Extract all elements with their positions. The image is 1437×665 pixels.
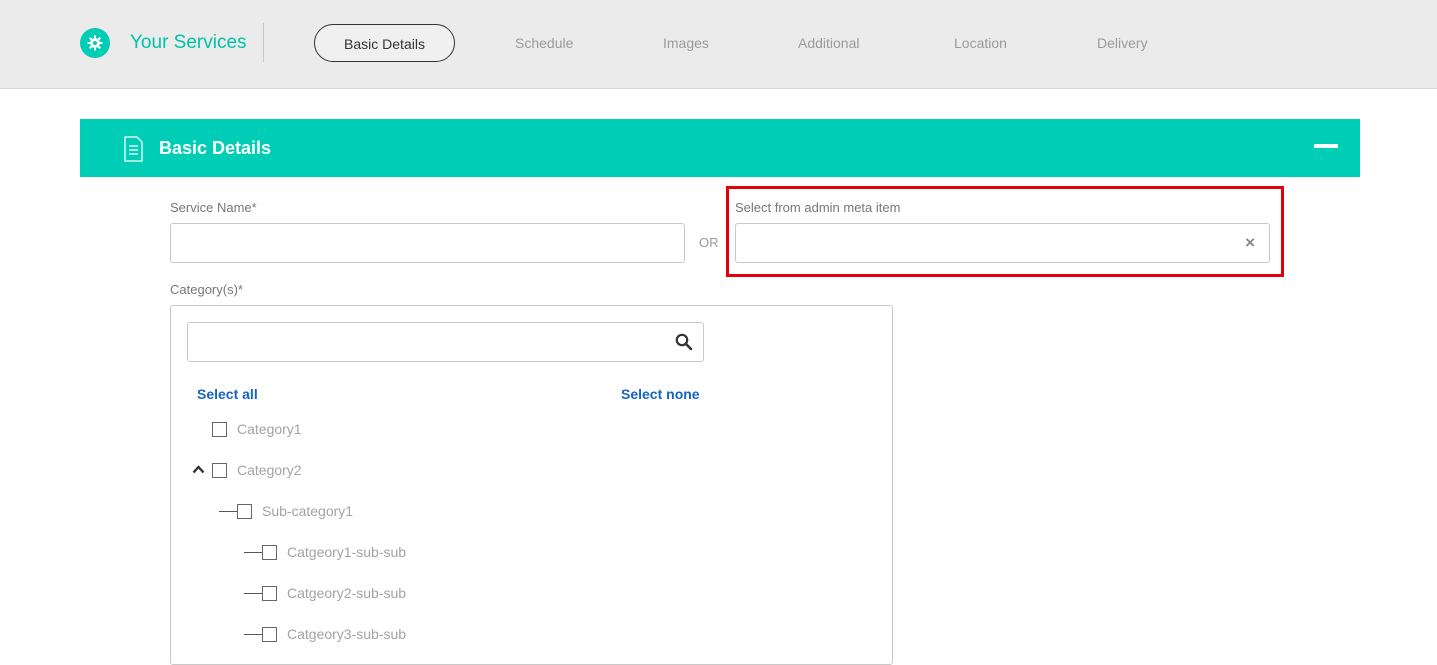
tree-item-label: Catgeory2-sub-sub bbox=[287, 585, 407, 601]
gear-icon bbox=[80, 28, 110, 58]
step-additional[interactable]: Additional bbox=[798, 24, 860, 62]
checkbox[interactable] bbox=[262, 585, 277, 601]
tree-item-label: Catgeory1-sub-sub bbox=[287, 544, 407, 560]
or-separator: OR bbox=[699, 235, 719, 250]
tree-item-label: Sub-category1 bbox=[262, 503, 354, 519]
checkbox[interactable] bbox=[212, 421, 227, 437]
chevron-up-icon[interactable] bbox=[192, 461, 205, 479]
header-divider bbox=[263, 23, 264, 62]
tree-item-sub-category1: Sub-category1 bbox=[219, 501, 353, 521]
step-location[interactable]: Location bbox=[954, 24, 1007, 62]
panel-title: Basic Details bbox=[159, 138, 272, 158]
tree-connector bbox=[244, 551, 262, 553]
brand-title: Your Services bbox=[130, 32, 247, 53]
service-name-label: Service Name* bbox=[170, 200, 257, 215]
checkbox[interactable] bbox=[237, 503, 252, 519]
tree-item-label: Catgeory3-sub-sub bbox=[287, 626, 407, 642]
tree-item-catgeory1-sub-sub: Catgeory1-sub-sub bbox=[244, 542, 406, 562]
step-delivery[interactable]: Delivery bbox=[1097, 24, 1148, 62]
tree-item-catgeory3-sub-sub: Catgeory3-sub-sub bbox=[244, 624, 406, 644]
step-schedule[interactable]: Schedule bbox=[515, 24, 573, 62]
clear-icon[interactable]: × bbox=[1245, 234, 1255, 252]
tree-item-label: Category1 bbox=[237, 421, 302, 437]
minus-icon[interactable] bbox=[1314, 144, 1338, 148]
top-bar: Your Services Basic Details Schedule Ima… bbox=[0, 0, 1437, 89]
admin-meta-select[interactable]: × bbox=[735, 223, 1270, 263]
checkbox[interactable] bbox=[262, 626, 277, 642]
category-search-input[interactable] bbox=[187, 322, 704, 362]
checkbox[interactable] bbox=[262, 544, 277, 560]
document-icon bbox=[123, 136, 144, 167]
tree-connector bbox=[244, 592, 262, 594]
tree-connector bbox=[244, 633, 262, 635]
category-tree-box: Select all Select none Category1 Categor… bbox=[170, 305, 893, 665]
category-label: Category(s)* bbox=[170, 282, 243, 297]
step-basic-details[interactable]: Basic Details bbox=[314, 24, 455, 62]
tree-item-label: Category2 bbox=[237, 462, 302, 478]
brand[interactable]: Your Services bbox=[80, 28, 247, 58]
basic-details-panel-header[interactable]: Basic Details bbox=[80, 119, 1360, 177]
admin-meta-label: Select from admin meta item bbox=[735, 200, 901, 215]
tree-connector bbox=[219, 510, 237, 512]
select-all-link[interactable]: Select all bbox=[197, 386, 258, 402]
checkbox[interactable] bbox=[212, 462, 227, 478]
tree-item-catgeory2-sub-sub: Catgeory2-sub-sub bbox=[244, 583, 406, 603]
search-icon[interactable] bbox=[675, 333, 693, 356]
tree-item-category1: Category1 bbox=[212, 419, 302, 439]
select-none-link[interactable]: Select none bbox=[621, 386, 700, 402]
step-images[interactable]: Images bbox=[663, 24, 709, 62]
service-name-input[interactable] bbox=[170, 223, 685, 263]
tree-item-category2: Category2 bbox=[212, 460, 302, 480]
